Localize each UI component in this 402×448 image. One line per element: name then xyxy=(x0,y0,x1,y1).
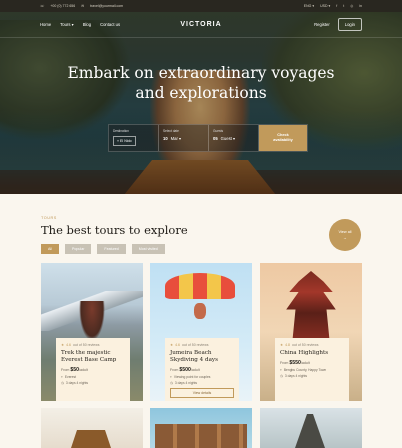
tour-title[interactable]: China Highlights xyxy=(280,350,344,357)
linkedin-icon[interactable]: in xyxy=(359,4,362,8)
view-all-button[interactable]: View all → xyxy=(329,219,361,251)
tour-price: From $50/adult xyxy=(61,367,88,373)
main-nav: Home Tours ▾ Blog Contact us VICTORIA Re… xyxy=(0,12,402,38)
tour-info: ★ 4.8 out of 50 reviews China Highlights F… xyxy=(275,338,349,401)
pin-icon: ⌖ xyxy=(117,139,120,143)
view-details-button[interactable]: View details xyxy=(170,388,234,398)
tour-info: ★ 4.6 out of 50 reviews Trek the majestic … xyxy=(56,338,130,401)
date-field[interactable]: Select date 10 Mar ▾ xyxy=(159,125,209,151)
filter-popular[interactable]: Popular xyxy=(65,244,92,254)
rating: ★ 4.6 out of 50 reviews xyxy=(61,343,100,347)
tour-card[interactable]: ★ 4.8 out of 50 reviews China Highlights F… xyxy=(260,263,362,401)
section-title: The best tours to explore xyxy=(41,223,188,237)
phone-icon: ☏ xyxy=(40,4,45,8)
hero-headline: Embark on extraordinary voyages and expl… xyxy=(67,64,335,102)
star-icon: ★ xyxy=(170,343,174,347)
section-kicker: TOURS xyxy=(41,216,57,220)
location-icon: ⌖ xyxy=(170,375,172,379)
star-icon: ★ xyxy=(280,343,284,347)
mail-icon: ✉ xyxy=(81,4,85,8)
tour-title[interactable]: Trek the majestic Everest Base Camp xyxy=(61,350,125,364)
phone-number[interactable]: +00 (0) 772 656 xyxy=(50,4,75,8)
filter-most-visited[interactable]: Most visited xyxy=(131,244,165,254)
instagram-icon[interactable]: ◎ xyxy=(350,4,353,8)
guests-field[interactable]: Guests 05 Guest ▾ xyxy=(209,125,259,151)
twitter-icon[interactable]: t xyxy=(343,4,344,8)
tour-card[interactable]: ★ 4.6 out of 50 reviews Jumeira Beach Skyd… xyxy=(150,263,252,401)
tour-info: ★ 4.6 out of 50 reviews Jumeira Beach Skyd… xyxy=(165,338,239,401)
tour-card-preview[interactable] xyxy=(260,408,362,448)
tour-title[interactable]: Jumeira Beach Skydiving 4 days xyxy=(170,350,234,364)
location-icon: ⌖ xyxy=(280,368,282,372)
tour-price: From $500/adult xyxy=(170,367,200,373)
location-icon: ⌖ xyxy=(61,375,63,379)
star-icon: ★ xyxy=(61,343,65,347)
tour-card[interactable]: ★ 4.6 out of 50 reviews Trek the majestic … xyxy=(41,263,143,401)
tour-price: From $550/adult xyxy=(280,360,310,366)
filter-featured[interactable]: Featured xyxy=(97,244,126,254)
tour-card-preview[interactable] xyxy=(150,408,252,448)
tour-card-preview[interactable] xyxy=(41,408,143,448)
rating: ★ 4.8 out of 50 reviews xyxy=(280,343,319,347)
tour-filters: All Popular Featured Most visited xyxy=(41,244,165,254)
clock-icon: ◷ xyxy=(280,374,283,378)
site-logo[interactable]: VICTORIA xyxy=(0,21,402,28)
clock-icon: ◷ xyxy=(61,381,64,385)
currency-select[interactable]: USD ▾ xyxy=(320,4,330,8)
filter-all[interactable]: All xyxy=(41,244,59,254)
arrow-right-icon: → xyxy=(343,236,347,240)
email-link[interactable]: travel@yourmail.com xyxy=(90,4,123,8)
clock-icon: ◷ xyxy=(170,381,173,385)
top-bar: ☏ +00 (0) 772 656 ✉ travel@yourmail.com … xyxy=(0,0,402,12)
destination-field[interactable]: Destination ⌖ El Nido xyxy=(109,125,159,151)
search-widget: Destination ⌖ El Nido Select date 10 Mar … xyxy=(108,124,308,152)
tours-section-header: TOURS The best tours to explore xyxy=(41,216,361,237)
facebook-icon[interactable]: f xyxy=(336,4,337,8)
check-availability-button[interactable]: Check availability xyxy=(259,125,307,151)
rating: ★ 4.6 out of 50 reviews xyxy=(170,343,209,347)
language-select[interactable]: ENG ▾ xyxy=(304,4,314,8)
